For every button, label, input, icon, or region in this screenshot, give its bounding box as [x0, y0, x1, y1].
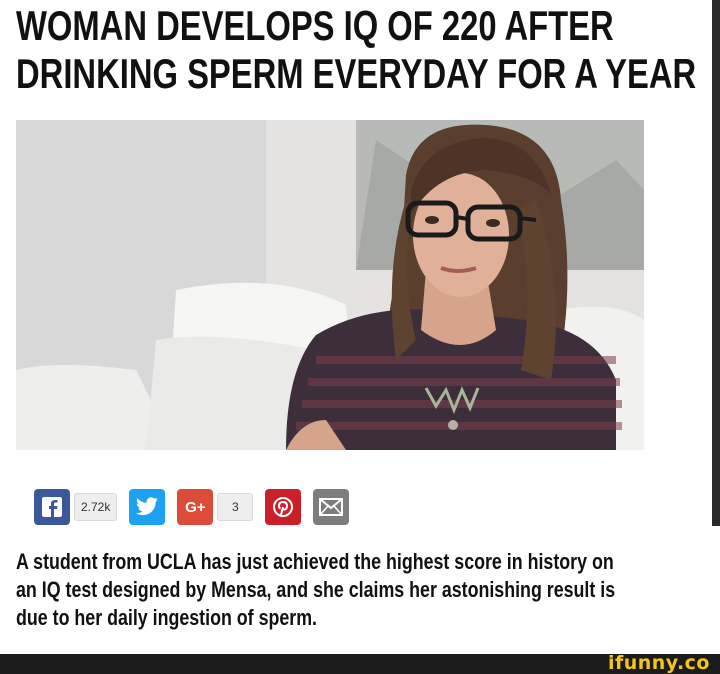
- article-summary: A student from UCLA has just achieved th…: [16, 548, 713, 632]
- envelope-icon: [319, 498, 344, 516]
- right-edge-bar: [712, 0, 720, 526]
- facebook-share-button[interactable]: [34, 489, 70, 525]
- twitter-share-button[interactable]: [129, 489, 166, 525]
- facebook-share-count: 2.72k: [74, 493, 118, 521]
- summary-line-1: A student from UCLA has just achieved th…: [16, 549, 614, 574]
- pinterest-icon: [273, 497, 294, 517]
- headline-line-1: WOMAN DEVELOPS IQ OF 220 AFTER: [16, 2, 614, 49]
- summary-line-3: due to her daily ingestion of sperm.: [16, 605, 318, 630]
- ifunny-logo: ifunny.co: [607, 652, 710, 674]
- googleplus-icon: G+: [185, 498, 206, 516]
- share-bar: 2.72k G+ 3: [34, 488, 350, 526]
- headline: WOMAN DEVELOPS IQ OF 220 AFTER DRINKING …: [16, 2, 697, 98]
- footer-bar: ifunny.co: [0, 652, 720, 674]
- article-photo: [16, 120, 644, 450]
- googleplus-share-count: 3: [217, 493, 254, 521]
- email-share-button[interactable]: [313, 489, 350, 525]
- pinterest-share-button[interactable]: [265, 489, 302, 525]
- twitter-bird-icon: [136, 497, 159, 516]
- photo-illustration: [16, 120, 644, 450]
- headline-line-2: DRINKING SPERM EVERYDAY FOR A YEAR: [16, 50, 697, 97]
- googleplus-share-button[interactable]: G+: [177, 489, 214, 525]
- summary-line-2: an IQ test designed by Mensa, and she cl…: [16, 577, 616, 602]
- facebook-icon: [42, 497, 62, 517]
